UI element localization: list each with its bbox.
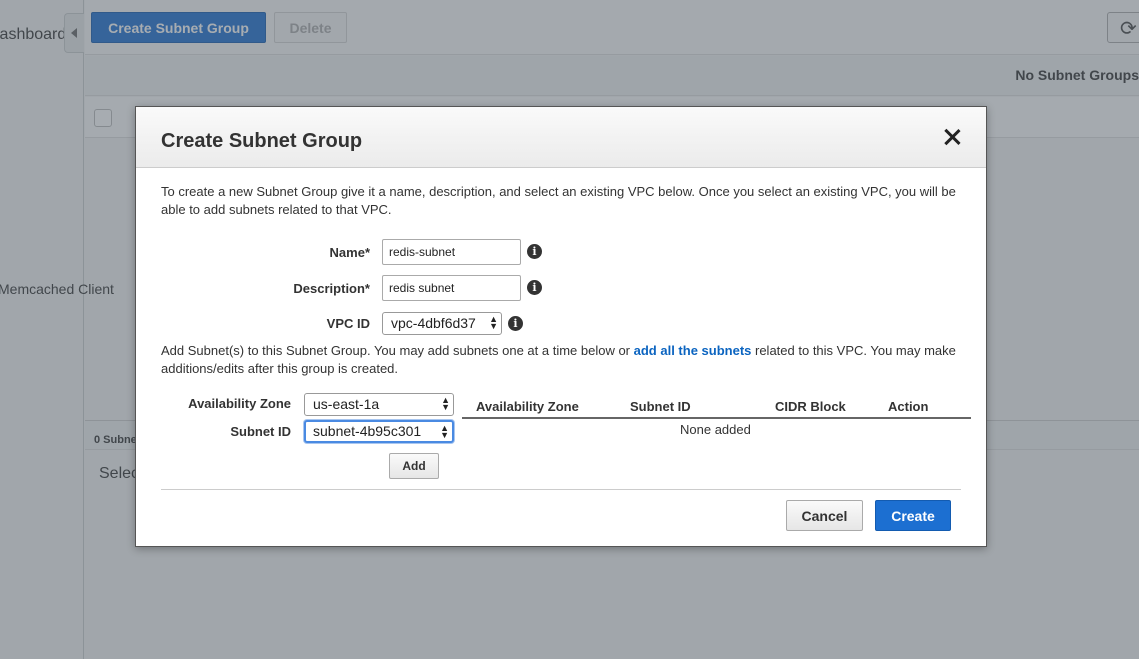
column-subnet-id: Subnet ID — [630, 399, 691, 414]
empty-table-text: None added — [680, 422, 751, 437]
dialog-title: Create Subnet Group — [161, 130, 363, 152]
select-arrows-icon: ▲ ▼ — [441, 395, 450, 412]
add-subnets-text-before: Add Subnet(s) to this Subnet Group. You … — [161, 343, 634, 358]
vpc-id-select[interactable]: vpc-4dbf6d37 ▲ ▼ — [382, 312, 502, 335]
select-arrows-icon: ▲ ▼ — [489, 314, 498, 331]
add-subnet-button[interactable]: Add — [389, 453, 439, 479]
dialog-header: Create Subnet Group — [136, 107, 986, 168]
availability-zone-select[interactable]: us-east-1a ▲ ▼ — [304, 393, 454, 416]
subnet-id-value: subnet-4b95c301 — [313, 423, 422, 439]
cancel-button[interactable]: Cancel — [786, 500, 863, 531]
info-icon[interactable]: i — [527, 280, 542, 295]
availability-zone-value: us-east-1a — [313, 396, 380, 412]
add-subnets-text: Add Subnet(s) to this Subnet Group. You … — [161, 342, 971, 378]
info-icon[interactable]: i — [527, 244, 542, 259]
table-divider — [462, 417, 971, 419]
column-action: Action — [888, 399, 929, 414]
create-subnet-group-dialog: Create Subnet Group To create a new Subn… — [135, 106, 987, 547]
description-label: Description* — [293, 281, 370, 296]
vpc-id-label: VPC ID — [326, 316, 370, 331]
add-all-subnets-link[interactable]: add all the subnets — [634, 343, 752, 358]
info-icon[interactable]: i — [508, 316, 523, 331]
create-button[interactable]: Create — [875, 500, 951, 531]
description-input[interactable] — [382, 275, 521, 301]
subnet-id-label: Subnet ID — [230, 424, 291, 439]
dialog-intro: To create a new Subnet Group give it a n… — [161, 184, 956, 217]
name-label: Name* — [329, 245, 370, 260]
column-cidr-block: CIDR Block — [775, 399, 846, 414]
subnet-id-select[interactable]: subnet-4b95c301 ▲ ▼ — [304, 420, 454, 443]
vpc-id-value: vpc-4dbf6d37 — [391, 315, 476, 331]
availability-zone-label: Availability Zone — [188, 396, 291, 411]
name-input[interactable] — [382, 239, 521, 265]
footer-divider — [161, 489, 961, 490]
select-arrows-icon: ▲ ▼ — [440, 423, 449, 440]
column-availability-zone: Availability Zone — [476, 399, 579, 414]
close-icon[interactable] — [944, 129, 960, 145]
